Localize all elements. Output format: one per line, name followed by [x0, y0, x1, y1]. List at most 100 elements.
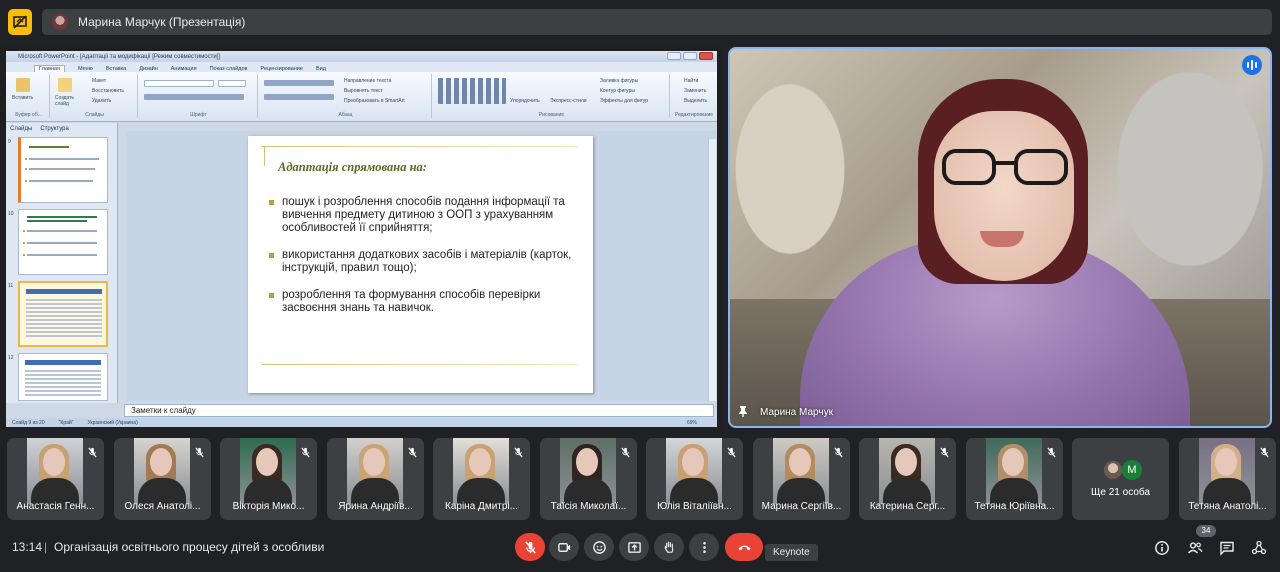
ppt-status-bar: Слайд 9 из 20 "Край" Украинский (Украина… [6, 418, 717, 427]
ppt-reset: Восстановить [92, 88, 125, 94]
ppt-smartart: Преобразовать в SmartArt [344, 98, 405, 104]
participant-name: Тетяна Анатолі... [1188, 501, 1267, 512]
participant-strip: Анастасія Генн... Олеся Анатолі... Вікторі… [7, 438, 1276, 520]
participant-tile[interactable]: Анастасія Генн... [7, 438, 104, 520]
participant-name: Каріна Дмитрі... [445, 501, 518, 512]
camera-icon [557, 542, 570, 552]
participant-tile[interactable]: Вікторія Мико... [220, 438, 317, 520]
language: Украинский (Украина) [87, 419, 138, 426]
activities-icon [1251, 540, 1267, 555]
chat-icon [1220, 541, 1234, 556]
ppt-text-direction: Направление текста [344, 78, 392, 84]
participant-name: Марина Сергіїв... [761, 501, 842, 512]
mic-off-icon [1047, 447, 1056, 458]
raise-hand-icon [664, 541, 673, 553]
theme-name: "Край" [58, 419, 74, 426]
pane-tab-outline: Структура [40, 125, 69, 132]
participant-tile[interactable]: Тетяна Анатолі... [1179, 438, 1276, 520]
slide-bullet-list: пошук і розроблення способів подання інф… [269, 196, 581, 329]
mic-off-icon [1260, 447, 1269, 458]
ppt-shape-effects: Эффекты для фигур [600, 98, 649, 104]
mic-off-icon [621, 447, 630, 458]
mic-off-icon [408, 447, 417, 458]
more-options-icon [702, 541, 706, 553]
ppt-replace: Заменить [684, 88, 707, 94]
slide-bullet: пошук і розроблення способів подання інф… [269, 196, 581, 235]
presenter-chip[interactable]: Марина Марчук (Презентація) [42, 9, 1272, 35]
participant-video [560, 438, 616, 508]
participant-video [879, 438, 935, 508]
shared-screen[interactable]: Microsoft PowerPoint - [Адаптації та мод… [0, 47, 722, 428]
more-options-button[interactable] [689, 533, 719, 561]
slide-thumbnail [18, 353, 108, 401]
mic-off-icon [727, 447, 736, 458]
activities-button[interactable] [1250, 539, 1268, 557]
current-slide: Адаптація спрямована на: пошук і розробл… [248, 136, 593, 393]
ppt-shape-fill: Заливка фигуры [600, 78, 639, 84]
participant-name: Анастасія Генн... [16, 501, 95, 512]
participant-video [240, 438, 296, 508]
speaker-tile[interactable]: Марина Марчук [728, 47, 1272, 428]
reactions-button[interactable] [584, 533, 614, 561]
participant-tile[interactable]: Каріна Дмитрі... [433, 438, 530, 520]
speaker-name: Марина Марчук [760, 407, 833, 418]
presenter-title: Марина Марчук (Презентація) [78, 15, 246, 29]
ppt-delete: Удалить [92, 98, 112, 104]
thumb-number: 9 [8, 139, 11, 145]
participant-name: Ярина Андріїв... [338, 501, 413, 512]
ppt-paste: Вставить [12, 95, 34, 101]
leave-call-button[interactable] [725, 533, 763, 561]
camera-toggle-button[interactable] [549, 533, 579, 561]
pin-icon[interactable] [738, 406, 748, 417]
ppt-group-label: Слайды [85, 112, 104, 118]
avatar [1104, 461, 1122, 479]
participant-video [1199, 438, 1255, 508]
raise-hand-button[interactable] [654, 533, 684, 561]
ppt-layout: Макет [92, 78, 107, 84]
ppt-align-text: Выровнять текст [344, 88, 383, 94]
participant-name: Юлія Віталіївн... [657, 501, 732, 512]
slide-thumbnail [18, 137, 108, 203]
ppt-group-label: Рисование [538, 112, 565, 118]
participant-name: Катерина Серг... [869, 501, 946, 512]
participant-tile[interactable]: Олеся Анатолі... [114, 438, 211, 520]
ppt-body: Слайды Структура 9 10 11 12 Адаптація сп… [6, 123, 717, 403]
participant-tile[interactable]: Катерина Серг... [859, 438, 956, 520]
participant-video [347, 438, 403, 508]
tooltip: Keynote [765, 544, 818, 561]
close-icon [699, 52, 713, 60]
ppt-group-label: Шрифт [190, 112, 207, 118]
thumb-number: 10 [8, 211, 14, 217]
present-now-button[interactable] [619, 533, 649, 561]
participant-video [27, 438, 83, 508]
mic-off-icon [301, 447, 310, 458]
participant-tile[interactable]: Таїсія Миколаї... [540, 438, 637, 520]
slide-bullet: розроблення та формування способів перев… [269, 289, 581, 315]
slide-editor: Адаптація спрямована на: пошук і розробл… [126, 131, 716, 401]
participant-tile[interactable]: Юлія Віталіївн... [646, 438, 743, 520]
ppt-new-slide: Создать слайд [55, 95, 75, 107]
speaking-icon [1242, 55, 1262, 75]
participant-tile[interactable]: Ярина Андріїв... [327, 438, 424, 520]
mic-off-icon [940, 447, 949, 458]
mic-off-icon [88, 447, 97, 458]
participant-tile[interactable]: Марина Сергіїв... [753, 438, 850, 520]
more-participants-tile[interactable]: M Ще 21 особа [1072, 438, 1169, 520]
mic-off-icon [524, 540, 536, 554]
more-avatars: M [1104, 459, 1144, 481]
present-icon[interactable] [8, 9, 32, 35]
bottom-bar: 13:14 | Організація освітнього процесу д… [0, 525, 1280, 572]
mic-off-icon [195, 447, 204, 458]
people-icon [1187, 542, 1203, 554]
ppt-select: Выделить [684, 98, 708, 104]
meeting-title: Організація освітнього процесу дітей з о… [54, 540, 324, 554]
ppt-titlebar: Microsoft PowerPoint - [Адаптації та мод… [6, 51, 717, 62]
meeting-details-button[interactable] [1153, 539, 1171, 557]
ppt-app-title: Microsoft PowerPoint - [Адаптації та мод… [18, 53, 221, 60]
more-participants-label: Ще 21 особа [1091, 487, 1150, 498]
participant-tile[interactable]: Тетяна Юріївна... [966, 438, 1063, 520]
chat-button[interactable] [1218, 539, 1236, 557]
mic-toggle-button[interactable] [515, 533, 545, 561]
present-screen-icon [627, 541, 641, 553]
people-button[interactable] [1186, 539, 1204, 557]
